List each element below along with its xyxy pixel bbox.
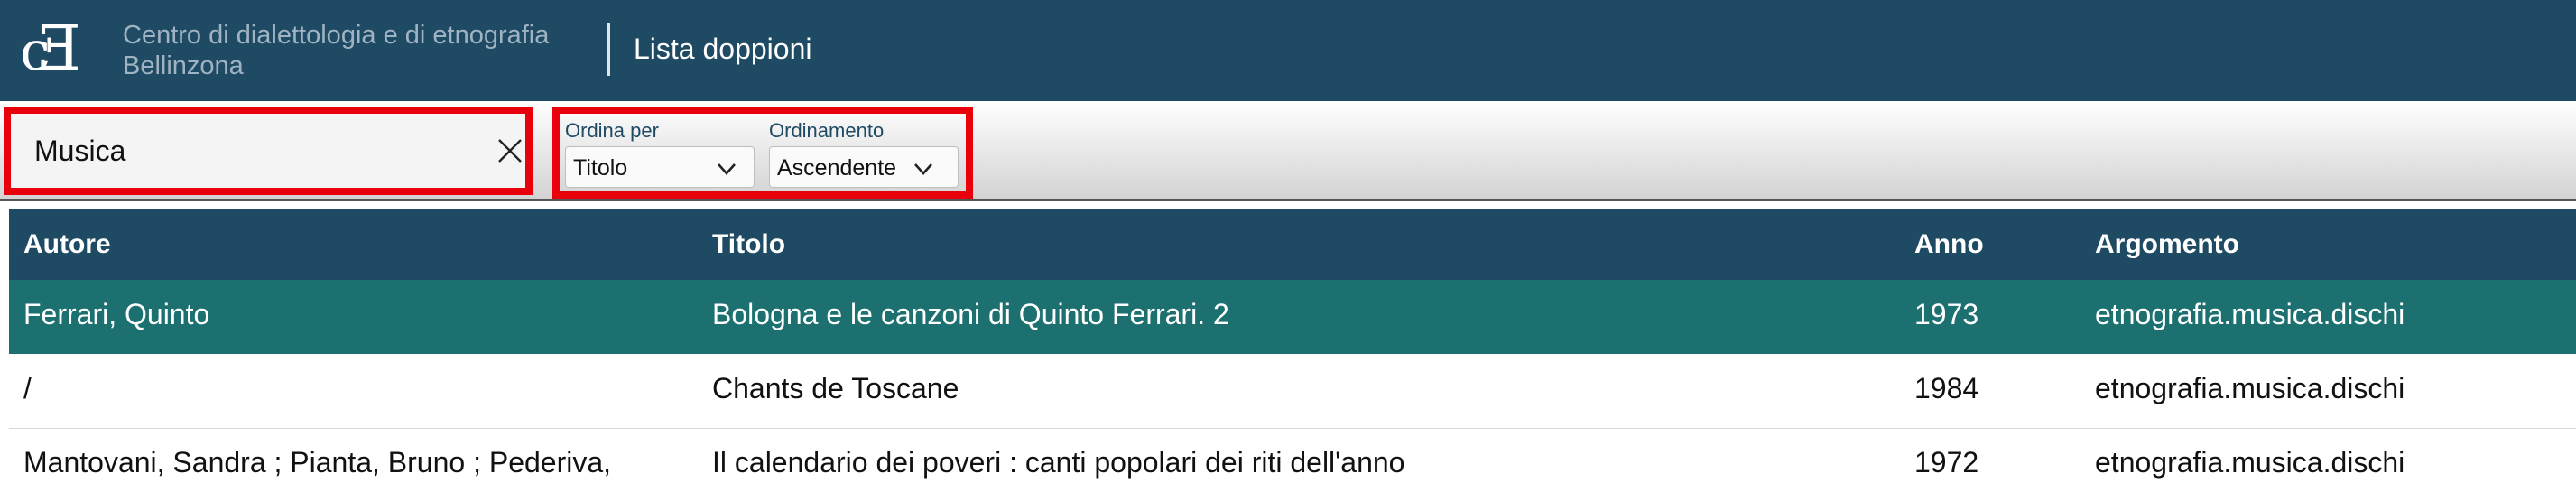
column-header-argomento[interactable]: Argomento xyxy=(2095,229,2239,260)
sort-order-select[interactable]: Ascendente xyxy=(769,146,959,188)
cell-anno: 1973 xyxy=(1914,298,1979,330)
cde-logo[interactable]: cE xyxy=(20,14,114,85)
table-row[interactable]: Mantovani, Sandra ; Pianta, Bruno ; Pede… xyxy=(9,428,2576,502)
cell-autore: Ferrari, Quinto xyxy=(23,298,210,330)
chevron-down-icon xyxy=(718,163,736,175)
cell-titolo: Bologna e le canzoni di Quinto Ferrari. … xyxy=(712,298,1229,330)
sort-by-label: Ordina per xyxy=(565,119,659,142)
sort-controls: Ordina per Titolo Ordinamento Ascendente xyxy=(552,107,973,199)
table-row[interactable]: / Chants de Toscane 1984 etnografia.musi… xyxy=(9,354,2576,429)
header-divider xyxy=(607,23,610,76)
institution-name: Centro di dialettologia e di etnografia … xyxy=(123,20,592,81)
search-box xyxy=(4,107,533,195)
close-icon[interactable] xyxy=(496,137,524,164)
cell-autore: Mantovani, Sandra ; Pianta, Bruno ; Pede… xyxy=(23,446,612,479)
sort-by-select[interactable]: Titolo xyxy=(565,146,755,188)
column-header-anno[interactable]: Anno xyxy=(1914,229,1984,260)
sort-order-label: Ordinamento xyxy=(769,119,885,142)
chevron-down-icon xyxy=(914,163,932,175)
institution-line-1: Centro di dialettologia e di etnografia xyxy=(123,21,550,50)
column-header-titolo[interactable]: Titolo xyxy=(712,229,785,260)
page-title: Lista doppioni xyxy=(634,33,812,65)
search-input[interactable] xyxy=(34,130,468,172)
cell-titolo: Chants de Toscane xyxy=(712,372,959,404)
cell-argomento: etnografia.musica.dischi xyxy=(2095,372,2405,404)
column-header-autore[interactable]: Autore xyxy=(23,229,111,260)
sort-by-value: Titolo xyxy=(573,155,628,181)
cell-argomento: etnografia.musica.dischi xyxy=(2095,446,2405,479)
app-header: cE Centro di dialettologia e di etnograf… xyxy=(0,0,2576,101)
table-row[interactable]: Ferrari, Quinto Bologna e le canzoni di … xyxy=(9,280,2576,354)
cell-titolo: Il calendario dei poveri : canti popolar… xyxy=(712,446,1405,479)
table-header: Autore Titolo Anno Argomento xyxy=(9,209,2576,280)
institution-line-2: Bellinzona xyxy=(123,51,244,80)
cell-argomento: etnografia.musica.dischi xyxy=(2095,298,2405,330)
cell-anno: 1984 xyxy=(1914,372,1979,404)
cell-autore: / xyxy=(23,372,32,404)
toolbar-divider xyxy=(0,199,2576,201)
cell-anno: 1972 xyxy=(1914,446,1979,479)
sort-order-value: Ascendente xyxy=(777,155,897,181)
